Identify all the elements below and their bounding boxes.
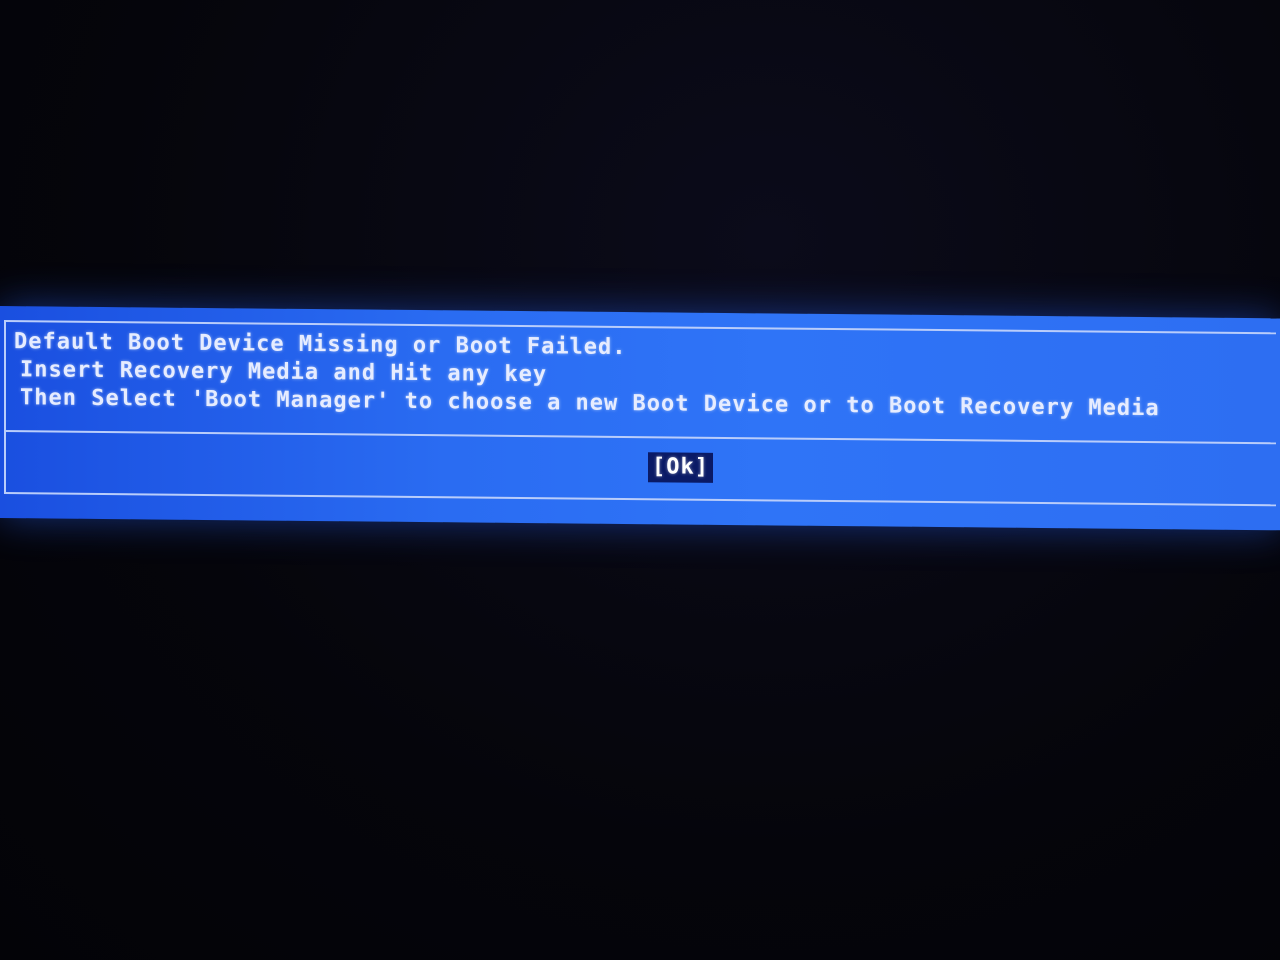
bios-screen: Default Boot Device Missing or Boot Fail… [0,0,1280,960]
dialog-message: Default Boot Device Missing or Boot Fail… [14,328,1274,424]
ok-button[interactable]: [Ok] [648,452,713,483]
boot-error-dialog: Default Boot Device Missing or Boot Fail… [0,306,1280,531]
